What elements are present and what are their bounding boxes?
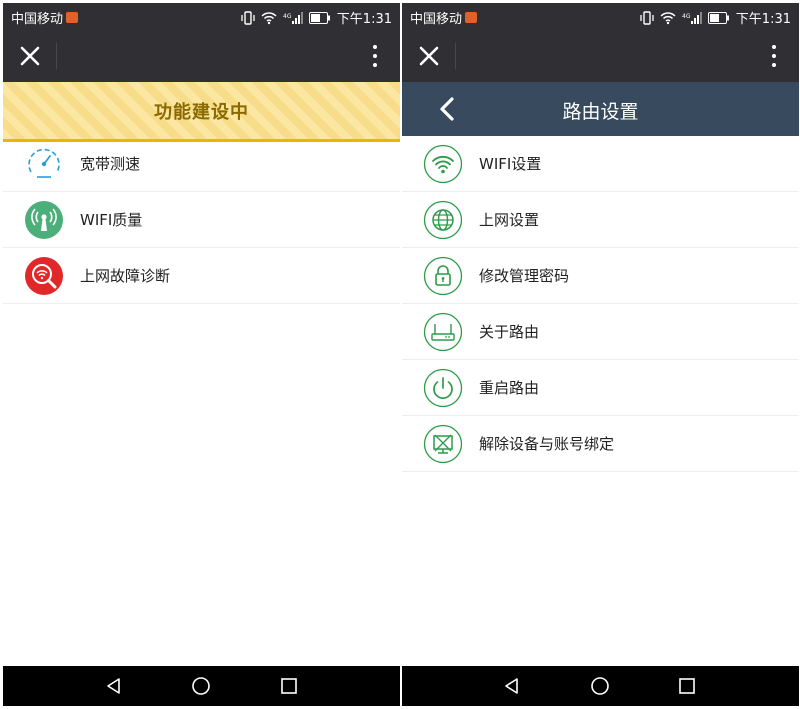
more-dot bbox=[772, 63, 776, 67]
nav-recents-button[interactable] bbox=[677, 676, 697, 696]
carrier-name: 中国移动 bbox=[410, 12, 463, 27]
menu-item-speed-test[interactable]: 宽带测速 bbox=[3, 136, 400, 192]
menu-item-internet-settings[interactable]: 上网设置 bbox=[402, 192, 799, 248]
wifi-search-icon bbox=[24, 256, 64, 296]
speedometer-icon bbox=[24, 144, 64, 184]
title-divider bbox=[455, 43, 456, 69]
status-icons: 4G 下午1:31 bbox=[640, 8, 791, 27]
wifi-antenna-icon bbox=[24, 200, 64, 240]
menu-item-network-diagnosis[interactable]: 上网故障诊断 bbox=[3, 248, 400, 304]
menu-item-restart-router[interactable]: 重启路由 bbox=[402, 360, 799, 416]
router-settings-list: WIFI设置 上网设置 修改管理密码 关于路由 重启路由 解除设备与账号绑定 bbox=[402, 136, 799, 472]
menu-item-label: 修改管理密码 bbox=[479, 267, 570, 285]
vibrate-icon bbox=[241, 10, 255, 25]
power-icon bbox=[423, 368, 463, 408]
triangle-back-icon bbox=[505, 678, 518, 694]
sim-badge-icon bbox=[66, 12, 79, 23]
more-dot bbox=[373, 54, 377, 58]
navigation-bar bbox=[402, 666, 799, 706]
under-construction-banner: 功能建设中 bbox=[3, 82, 400, 142]
banner-text: 功能建设中 bbox=[154, 101, 249, 123]
wifi-status-icon bbox=[261, 11, 277, 24]
menu-item-label: 解除设备与账号绑定 bbox=[479, 435, 615, 453]
battery-icon bbox=[308, 11, 330, 24]
square-recents-icon bbox=[281, 678, 297, 694]
router-settings-header: 路由设置 bbox=[402, 82, 799, 136]
close-icon bbox=[20, 46, 40, 66]
unbind-device-icon bbox=[423, 424, 463, 464]
menu-item-change-password[interactable]: 修改管理密码 bbox=[402, 248, 799, 304]
sim-badge-icon bbox=[465, 12, 478, 23]
router-icon bbox=[423, 312, 463, 352]
circle-home-icon bbox=[591, 677, 609, 695]
close-button[interactable] bbox=[416, 43, 442, 69]
page-title: 路由设置 bbox=[562, 101, 639, 123]
triangle-back-icon bbox=[107, 678, 120, 694]
circle-home-icon bbox=[192, 677, 210, 695]
carrier-group: 中国移动 bbox=[410, 8, 478, 27]
tools-menu-list: 宽带测速 WIFI质量 上网故障诊断 bbox=[3, 136, 400, 304]
battery-icon bbox=[707, 11, 729, 24]
menu-item-label: 上网故障诊断 bbox=[80, 267, 171, 285]
title-bar bbox=[402, 29, 799, 82]
globe-icon bbox=[423, 200, 463, 240]
phone-screen-left: 中国移动 4G 下午1:31 功能建设中 宽带测速 WIFI质量 上网故障诊断 bbox=[3, 0, 400, 709]
signal-icon: 4G bbox=[283, 11, 303, 24]
wifi-icon bbox=[423, 144, 463, 184]
menu-item-unbind-device[interactable]: 解除设备与账号绑定 bbox=[402, 416, 799, 472]
navigation-bar bbox=[3, 666, 400, 706]
status-bar: 中国移动 4G 下午1:31 bbox=[402, 3, 799, 29]
menu-item-about-router[interactable]: 关于路由 bbox=[402, 304, 799, 360]
nav-home-button[interactable] bbox=[191, 676, 211, 696]
nav-back-button[interactable] bbox=[104, 676, 124, 696]
svg-text:4G: 4G bbox=[283, 13, 292, 20]
close-button[interactable] bbox=[17, 43, 43, 69]
title-divider bbox=[56, 43, 57, 69]
more-options-button[interactable] bbox=[763, 43, 785, 69]
signal-icon: 4G bbox=[682, 11, 702, 24]
lock-icon bbox=[423, 256, 463, 296]
menu-item-label: WIFI质量 bbox=[80, 211, 143, 229]
menu-item-wifi-settings[interactable]: WIFI设置 bbox=[402, 136, 799, 192]
more-options-button[interactable] bbox=[364, 43, 386, 69]
nav-home-button[interactable] bbox=[590, 676, 610, 696]
more-dot bbox=[772, 54, 776, 58]
menu-item-wifi-quality[interactable]: WIFI质量 bbox=[3, 192, 400, 248]
carrier-group: 中国移动 bbox=[11, 8, 79, 27]
menu-item-label: 上网设置 bbox=[479, 211, 540, 229]
status-time: 下午1:31 bbox=[336, 12, 392, 27]
wifi-status-icon bbox=[660, 11, 676, 24]
more-dot bbox=[373, 45, 377, 49]
menu-item-label: 宽带测速 bbox=[80, 155, 141, 173]
more-dot bbox=[772, 45, 776, 49]
svg-text:4G: 4G bbox=[682, 13, 691, 20]
close-icon bbox=[419, 46, 439, 66]
status-time: 下午1:31 bbox=[735, 12, 791, 27]
menu-item-label: 关于路由 bbox=[479, 323, 540, 341]
menu-item-label: WIFI设置 bbox=[479, 155, 542, 173]
square-recents-icon bbox=[679, 678, 695, 694]
nav-recents-button[interactable] bbox=[279, 676, 299, 696]
more-dot bbox=[373, 63, 377, 67]
nav-back-button[interactable] bbox=[502, 676, 522, 696]
vibrate-icon bbox=[640, 10, 654, 25]
menu-item-label: 重启路由 bbox=[479, 379, 540, 397]
carrier-name: 中国移动 bbox=[11, 12, 64, 27]
status-icons: 4G 下午1:31 bbox=[241, 8, 392, 27]
title-bar bbox=[3, 29, 400, 82]
phone-screen-right: 中国移动 4G 下午1:31 路由设置 WIFI设置 上网设置 修改管理密码 关… bbox=[402, 0, 799, 709]
status-bar: 中国移动 4G 下午1:31 bbox=[3, 3, 400, 29]
